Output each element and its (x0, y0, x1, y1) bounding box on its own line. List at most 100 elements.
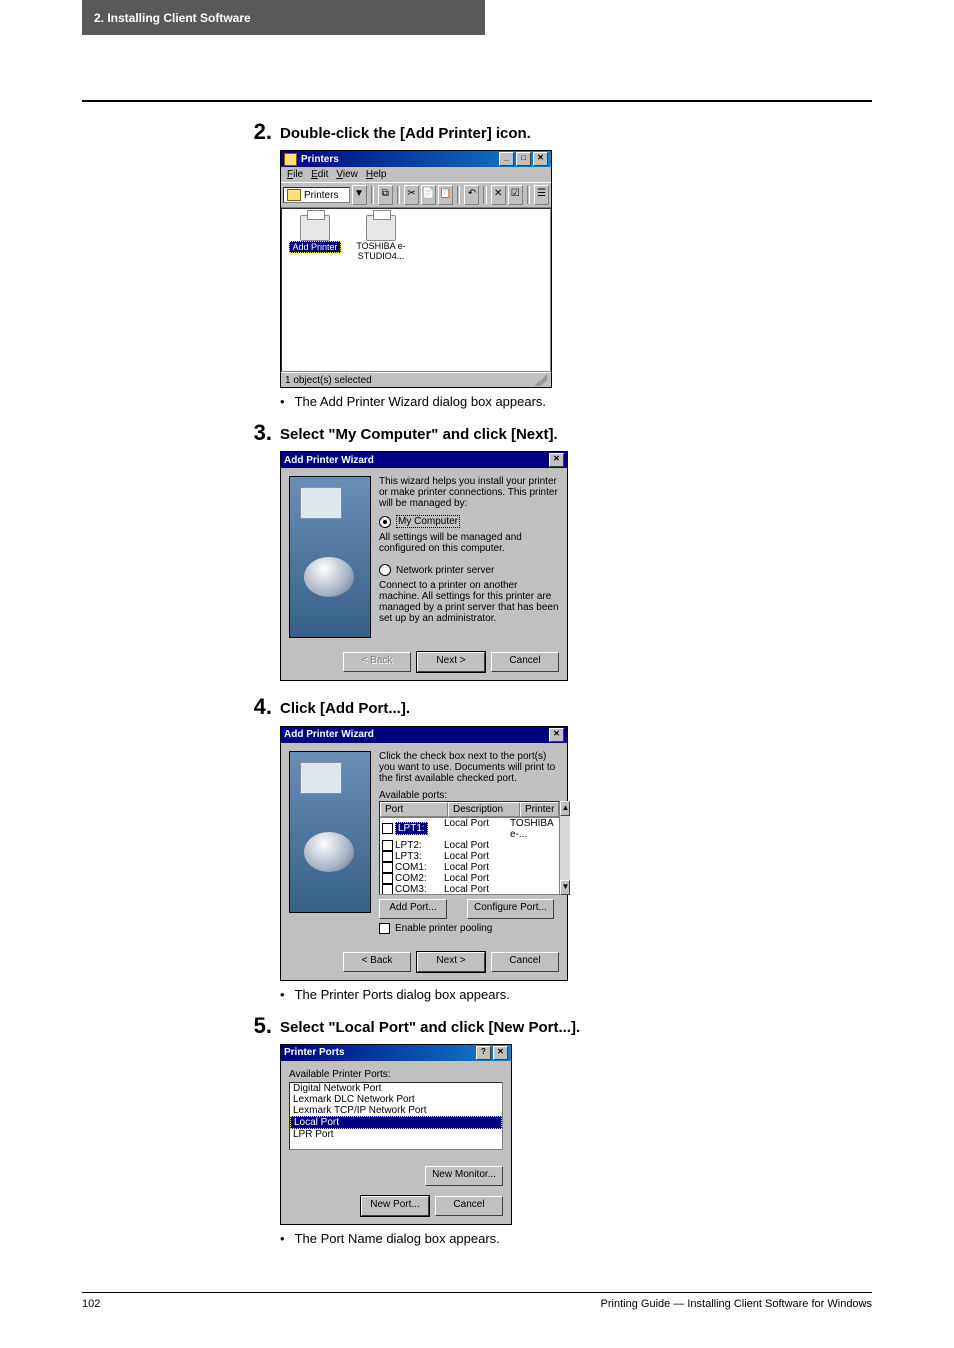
port-cell: COM3: (395, 884, 427, 894)
separator (527, 186, 530, 204)
titlebar: Add Printer Wizard ✕ (281, 452, 567, 468)
port-button-row: Add Port... Configure Port... (379, 899, 559, 919)
enable-pooling-row[interactable]: Enable printer pooling (379, 923, 559, 934)
col-desc: Description (448, 802, 520, 817)
newmon-row: New Monitor... (289, 1166, 503, 1186)
printer-ports-body: Available Printer Ports: Digital Network… (281, 1061, 511, 1224)
cancel-button[interactable]: Cancel (435, 1196, 503, 1216)
wizard-window: Add Printer Wizard ✕ This wizard helps y… (280, 451, 568, 681)
menu-file[interactable]: File (287, 169, 303, 180)
available-ports-label: Available ports: (379, 790, 559, 801)
close-button[interactable]: ✕ (549, 728, 564, 742)
checkbox-icon[interactable] (379, 923, 390, 934)
page-footer: 102 Printing Guide — Installing Client S… (82, 1292, 872, 1310)
content-area: 2. Double-click the [Add Printer] icon. … (82, 120, 872, 1258)
list-item[interactable]: Lexmark TCP/IP Network Port (290, 1105, 502, 1116)
cancel-button[interactable]: Cancel (491, 952, 559, 972)
scroll-up-icon[interactable]: ▲ (560, 801, 570, 816)
window-controls: ✕ (549, 453, 564, 467)
checkbox-icon[interactable] (382, 873, 393, 884)
menu-view[interactable]: View (336, 169, 358, 180)
port-row[interactable]: LPT3: Local Port (380, 851, 559, 862)
back-button[interactable]: < Back (343, 952, 411, 972)
radio-mycomputer[interactable]: My Computer (379, 515, 559, 528)
folder-body: Add Printer TOSHIBA e-STUDIO4... (281, 208, 551, 372)
desc-cell: Local Port (440, 884, 506, 894)
configure-port-button[interactable]: Configure Port... (467, 899, 554, 919)
tb-copy[interactable]: 📄 (421, 185, 436, 205)
add-printer-item[interactable]: Add Printer (288, 215, 342, 253)
port-row[interactable]: LPT2: Local Port (380, 840, 559, 851)
bullet-after-5: • The Port Name dialog box appears. (280, 1231, 872, 1246)
step-2: 2. Double-click the [Add Printer] icon. (82, 120, 872, 144)
next-button[interactable]: Next > (417, 652, 485, 672)
checkbox-icon[interactable] (382, 884, 393, 894)
port-row[interactable]: COM3: Local Port (380, 884, 559, 894)
list-item[interactable]: LPR Port (290, 1129, 502, 1140)
window-controls: ? ✕ (476, 1046, 508, 1060)
port-cell: COM1: (395, 862, 427, 873)
radio-mycomputer-desc: All settings will be managed and configu… (379, 532, 559, 554)
add-port-button[interactable]: Add Port... (379, 899, 447, 919)
titlebar-left: Printers (284, 153, 339, 166)
separator (483, 186, 486, 204)
toshiba-printer-item[interactable]: TOSHIBA e-STUDIO4... (354, 215, 408, 261)
printer-cell (506, 862, 559, 873)
tb-views[interactable]: ☰ (534, 185, 549, 205)
menu-edit[interactable]: Edit (311, 169, 328, 180)
desc-cell: Local Port (440, 873, 506, 884)
close-button[interactable]: ✕ (493, 1046, 508, 1060)
tb-paste[interactable]: 📋 (438, 185, 453, 205)
document-page: 2. Installing Client Software 2. Double-… (0, 0, 954, 1348)
tb-undo[interactable]: ↶ (464, 185, 479, 205)
tb-up[interactable]: ⧉ (378, 185, 393, 205)
port-row[interactable]: COM1: Local Port (380, 862, 559, 873)
checkbox-icon[interactable] (382, 851, 393, 862)
desc-cell: Local Port (440, 851, 506, 862)
close-button[interactable]: ✕ (533, 152, 548, 166)
window-controls: ✕ (549, 728, 564, 742)
help-button[interactable]: ? (476, 1046, 491, 1060)
bullet-after-4: • The Printer Ports dialog box appears. (280, 987, 872, 1002)
wizard-side-graphic (289, 476, 371, 638)
port-types-list[interactable]: Digital Network Port Lexmark DLC Network… (289, 1082, 503, 1150)
port-cell: LPT1: (395, 822, 428, 835)
wizard-body: This wizard helps you install your print… (281, 468, 567, 646)
col-printer: Printer (520, 802, 559, 817)
tb-properties[interactable]: ☑ (508, 185, 523, 205)
tb-dropdown[interactable]: ▼ (352, 185, 367, 205)
wizard-intro: This wizard helps you install your print… (379, 476, 559, 509)
next-button[interactable]: Next > (417, 952, 485, 972)
footer-title: Printing Guide — Installing Client Softw… (601, 1298, 872, 1310)
maximize-button[interactable]: □ (516, 152, 531, 166)
scroll-down-icon[interactable]: ▼ (560, 880, 570, 895)
new-port-button[interactable]: New Port... (361, 1196, 429, 1216)
list-item[interactable]: Digital Network Port (290, 1083, 502, 1094)
list-item-selected[interactable]: Local Port (290, 1116, 502, 1129)
printer-cell (506, 840, 559, 851)
wizard-text-area: Click the check box next to the port(s) … (379, 751, 559, 938)
step-3-number: 3. (242, 421, 272, 445)
cancel-button[interactable]: Cancel (491, 652, 559, 672)
checkbox-icon[interactable] (382, 823, 393, 834)
step-2-title: Double-click the [Add Printer] icon. (280, 120, 531, 142)
header-rule (82, 100, 872, 102)
minimize-button[interactable]: _ (499, 152, 514, 166)
tb-delete[interactable]: ✕ (491, 185, 506, 205)
menu-help[interactable]: Help (366, 169, 387, 180)
tb-cut[interactable]: ✂ (404, 185, 419, 205)
radio-icon (379, 564, 391, 576)
checkbox-icon[interactable] (382, 840, 393, 851)
printer-icon (366, 215, 396, 241)
port-row[interactable]: LPT1: Local Port TOSHIBA e-... (380, 818, 559, 840)
new-monitor-button[interactable]: New Monitor... (425, 1166, 503, 1186)
list-item[interactable]: Lexmark DLC Network Port (290, 1094, 502, 1105)
scrollbar[interactable]: ▲ ▼ (560, 801, 570, 895)
checkbox-icon[interactable] (382, 862, 393, 873)
radio-network[interactable]: Network printer server (379, 564, 559, 576)
resize-grip[interactable] (535, 374, 547, 386)
port-list[interactable]: Port Description Printer LPT1: Local Por… (379, 801, 560, 895)
address-combo[interactable]: Printers (283, 187, 350, 203)
close-button[interactable]: ✕ (549, 453, 564, 467)
port-row[interactable]: COM2: Local Port (380, 873, 559, 884)
